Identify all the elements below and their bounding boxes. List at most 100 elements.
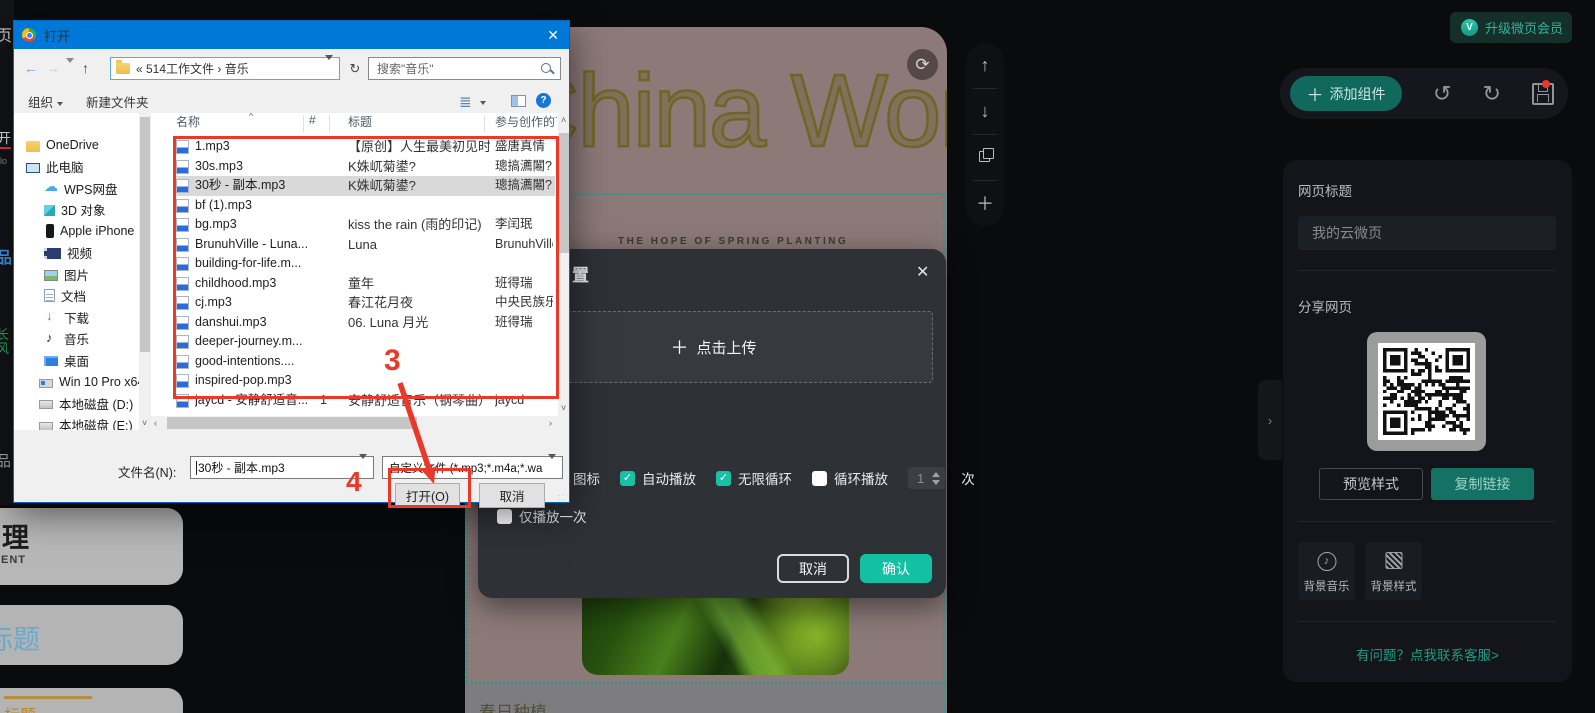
add-component-button[interactable]: ＋ 添加组件 — [1290, 76, 1402, 111]
canvas-heading[interactable]: China World — [505, 52, 947, 170]
scroll-left-icon[interactable]: ‹ — [154, 418, 157, 428]
option-checkbox[interactable] — [812, 471, 827, 486]
page-title-input[interactable]: 我的云微页 — [1298, 216, 1556, 250]
column-header-name[interactable]: 名称 — [176, 113, 200, 134]
file-row[interactable]: bf (1).mp3 — [173, 196, 555, 216]
close-icon[interactable]: ✕ — [547, 27, 559, 44]
copy-link-button[interactable]: 复制链接 — [1431, 468, 1534, 500]
up-icon[interactable]: ↑ — [82, 60, 89, 76]
new-folder-button[interactable]: 新建文件夹 — [86, 92, 149, 111]
breadcrumb[interactable]: « 514工作文件 › 音乐 — [110, 57, 340, 80]
open-button[interactable]: 打开(O) — [395, 483, 460, 508]
preview-style-button[interactable]: 预览样式 — [1319, 468, 1423, 500]
play-once-checkbox[interactable] — [497, 509, 512, 524]
contact-support-link[interactable]: 有问题？点我联系客服> — [1283, 644, 1572, 664]
loop-count-stepper[interactable]: 1 — [908, 467, 945, 489]
file-row[interactable]: jaycd - 安静舒适音...1安静舒适音乐（钢琴曲）jaycd — [173, 391, 555, 411]
file-row[interactable]: good-intentions.... — [173, 352, 555, 372]
scroll-right-icon[interactable]: › — [549, 418, 552, 428]
component-tile-3[interactable]: 标题 — [0, 688, 183, 713]
component-tile-1[interactable]: 理 ENT — [0, 508, 183, 585]
file-artist: 中央民族乐 — [495, 293, 553, 313]
sidebar-scrollbar[interactable] — [139, 113, 151, 430]
back-icon[interactable]: ← — [24, 60, 38, 76]
dialog-titlebar[interactable]: 打开 ✕ — [14, 21, 569, 49]
file-row[interactable]: childhood.mp3童年班得瑞 — [173, 274, 555, 294]
sidebar-item[interactable]: 视频 — [44, 243, 92, 263]
sidebar-item[interactable]: 音乐 — [44, 329, 89, 349]
filetype-dropdown-icon[interactable] — [548, 459, 556, 477]
file-row[interactable]: building-for-life.m... — [173, 254, 555, 274]
breadcrumb-dropdown-icon[interactable] — [325, 60, 333, 78]
filename-input[interactable]: 30秒 - 副本.mp3 — [190, 456, 374, 479]
sidebar-item[interactable]: WPS网盘 — [44, 178, 117, 198]
file-row[interactable]: inspired-pop.mp3 — [173, 371, 555, 391]
sidebar-item[interactable]: 桌面 — [44, 350, 89, 370]
resize-grip[interactable]: .. .. — [558, 492, 566, 500]
file-row[interactable]: 1.mp3【原创】人生最美初见时...盛唐真情 — [173, 137, 555, 157]
background-music-button[interactable]: ♪ 背景音乐 — [1298, 542, 1355, 600]
column-header-number[interactable]: # — [309, 113, 316, 134]
sidebar-item[interactable]: OneDrive — [26, 135, 99, 155]
search-input[interactable]: 搜索"音乐" — [368, 57, 561, 80]
option-label: 循环播放 — [834, 468, 888, 488]
undo-icon[interactable]: ↺ — [1433, 83, 1451, 105]
cancel-button[interactable]: 取消 — [479, 483, 545, 508]
file-row[interactable]: 30秒 - 副本.mp3K姝屼菊鍙?璁搞瀳闂? — [173, 176, 555, 196]
list-horizontal-scrollbar[interactable]: ‹ › — [151, 416, 558, 430]
move-down-icon[interactable]: ↓ — [981, 101, 990, 121]
sidebar-item[interactable]: 下载 — [44, 307, 89, 327]
scroll-down-icon[interactable]: ˅ — [561, 403, 566, 413]
qr-code[interactable] — [1378, 343, 1475, 440]
sidebar-item[interactable]: 文档 — [44, 286, 86, 306]
file-row[interactable]: BrunuhVille - Luna...LunaBrunuhVille — [173, 235, 555, 255]
sidebar-item[interactable]: 本地磁盘 (D:) — [39, 393, 133, 413]
filename-dropdown-icon[interactable] — [359, 459, 367, 477]
file-row[interactable]: 30s.mp3K姝屼菊鍙?璁搞瀳闂? — [173, 157, 555, 177]
file-row[interactable]: cj.mp3春江花月夜中央民族乐 — [173, 293, 555, 313]
forward-icon[interactable]: → — [46, 60, 60, 76]
cancel-button[interactable]: 取消 — [777, 554, 849, 583]
redo-icon[interactable]: ↻ — [1482, 83, 1500, 105]
column-header-artist[interactable]: 参与创作的艺 — [495, 113, 557, 134]
sidebar-item[interactable]: 此电脑 — [26, 157, 84, 177]
option-label: 自动播放 — [642, 468, 696, 488]
sidebar-item[interactable]: 本地磁盘 (E:) — [39, 415, 133, 431]
refresh-icon[interactable]: ↻ — [344, 57, 366, 80]
view-mode-icon[interactable]: ≣ — [459, 93, 486, 111]
organize-menu[interactable]: 组织 — [28, 92, 63, 111]
preview-pane-icon[interactable] — [511, 95, 526, 107]
background-style-button[interactable]: 背景样式 — [1365, 542, 1422, 600]
filetype-select[interactable]: 自定义文件 (*.mp3;*.m4a;*.wa — [382, 456, 563, 479]
canvas-next-section[interactable]: 春日种植 — [466, 684, 944, 713]
music-disc-icon[interactable]: ⟳ — [907, 49, 938, 80]
strip-fragment: 开 — [0, 128, 11, 148]
sidebar-item[interactable]: 图片 — [44, 264, 89, 284]
search-icon[interactable] — [540, 62, 554, 76]
file-row[interactable]: danshui.mp306. Luna 月光班得瑞 — [173, 313, 555, 333]
list-vertical-scrollbar[interactable]: ˄ ˅ — [558, 113, 569, 430]
add-section-icon[interactable]: ＋ — [976, 194, 994, 214]
column-header-title[interactable]: 标题 — [348, 113, 372, 134]
duplicate-icon[interactable] — [979, 148, 992, 168]
canvas-tagline[interactable]: THE HOPE OF SPRING PLANTING — [618, 236, 848, 247]
component-tile-2[interactable]: 标题 — [0, 605, 183, 665]
scroll-up-icon[interactable]: ˄ — [561, 115, 566, 125]
option-checkbox[interactable]: ✓ — [716, 471, 731, 486]
filename-label: 文件名(N): — [118, 462, 176, 481]
sidebar-item[interactable]: Win 10 Pro x64 — [39, 372, 144, 392]
confirm-button[interactable]: 确认 — [860, 554, 932, 583]
upgrade-membership-button[interactable]: V 升级微页会员 — [1450, 12, 1572, 43]
sidebar-item-label: 本地磁盘 (D:) — [59, 394, 133, 413]
option-checkbox[interactable]: ✓ — [620, 471, 635, 486]
sidebar-item[interactable]: 3D 对象 — [44, 200, 105, 220]
move-up-icon[interactable]: ↑ — [981, 55, 990, 75]
close-icon[interactable]: ✕ — [916, 262, 929, 282]
panel-collapse-handle[interactable]: › — [1258, 380, 1282, 460]
help-icon[interactable]: ? — [536, 93, 551, 108]
sidebar-item[interactable]: Apple iPhone — [44, 221, 134, 241]
file-row[interactable]: bg.mp3kiss the rain (雨的印记)李闰珉 — [173, 215, 555, 235]
file-row[interactable]: deeper-journey.m... — [173, 332, 555, 352]
history-dropdown-icon[interactable] — [66, 63, 74, 79]
sidebar-scroll-down-icon[interactable]: ˅ — [142, 418, 147, 428]
